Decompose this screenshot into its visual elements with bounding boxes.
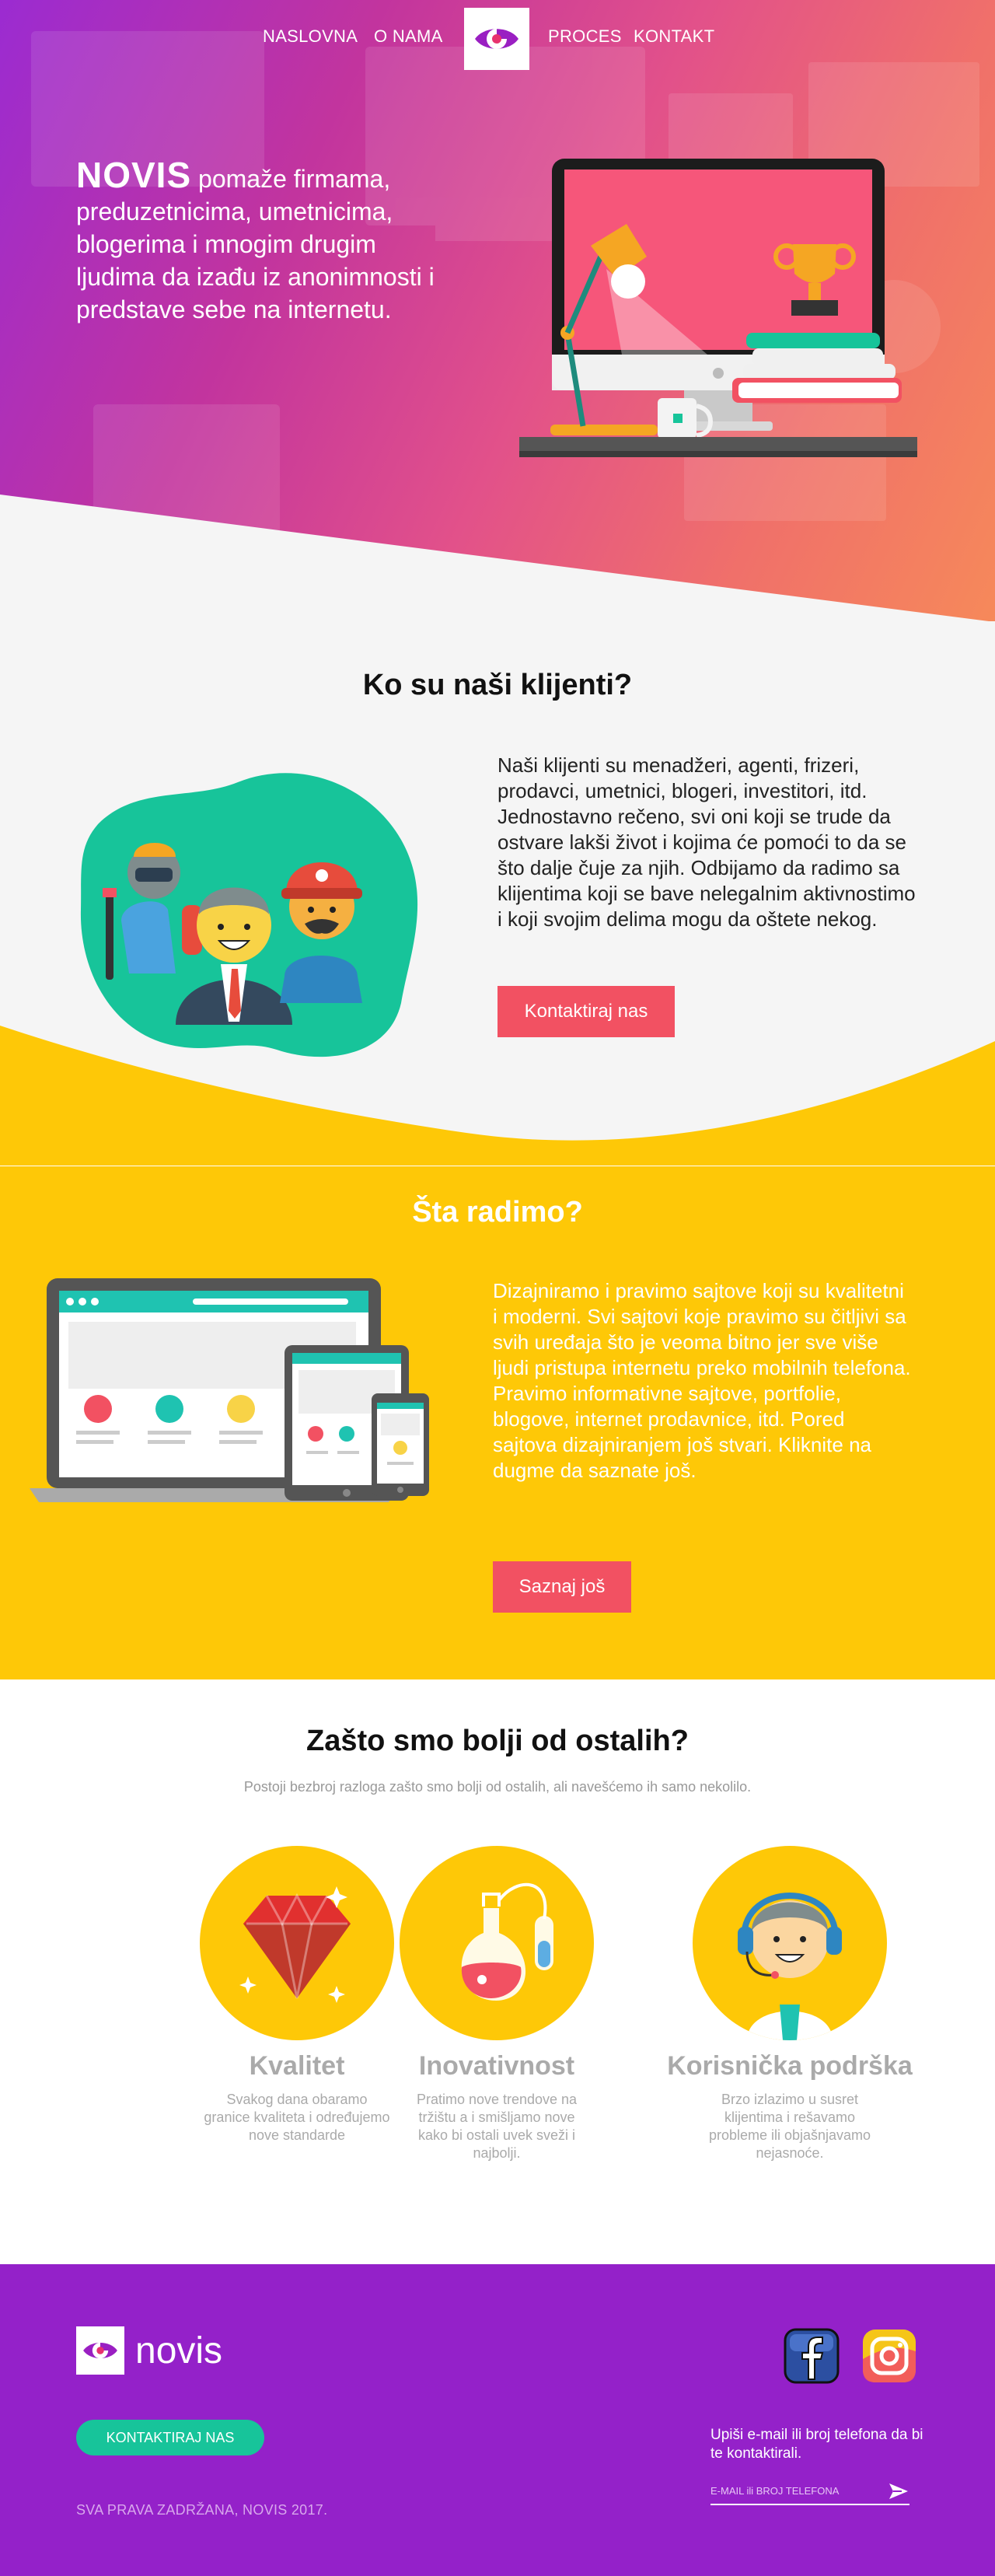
clients-illustration xyxy=(80,773,418,1057)
footer-logo-mark xyxy=(76,2326,124,2375)
why-subtitle: Postoji bezbroj razloga zašto smo bolji … xyxy=(243,1779,752,1795)
contact-input[interactable] xyxy=(710,2477,909,2505)
footer-logo[interactable]: novis xyxy=(76,2326,222,2375)
footer: novis KONTAKTIRAJ NAS SVA PRAVA ZADRŽANA… xyxy=(0,2264,995,2576)
lab-flask-icon xyxy=(461,1882,553,2001)
feature-support-title: Korisnička podrška xyxy=(667,2051,913,2081)
eye-logo-icon xyxy=(83,2342,117,2359)
send-icon[interactable] xyxy=(888,2482,909,2501)
feature-innovation-desc: Pratimo nove trendove na tržištu a i smi… xyxy=(416,2092,578,2161)
facebook-icon[interactable] xyxy=(784,2328,840,2384)
feature-support: Korisnička podrška Brzo izlazimo u susre… xyxy=(658,1846,922,2162)
why-title: Zašto smo bolji od ostalih? xyxy=(306,1725,689,1757)
footer-logo-text: novis xyxy=(135,2330,223,2372)
why-us-section: Zašto smo bolji od ostalih? Postoji bezb… xyxy=(0,1679,995,2264)
footer-contact-note: Upiši e-mail ili broj telefona da bi te … xyxy=(710,2427,923,2462)
responsive-devices-illustration xyxy=(30,1278,429,1502)
services-title: Šta radimo? xyxy=(412,1196,583,1229)
support-agent-icon xyxy=(738,1893,842,2040)
feature-innovation: Inovativnost Pratimo nove trendove na tr… xyxy=(365,1846,629,2162)
clients-section: Ko su naši klijenti? Naši klijenti su me… xyxy=(0,621,995,1166)
footer-contact-button[interactable]: KONTAKTIRAJ NAS xyxy=(76,2420,264,2455)
clients-description: Naši klijenti su menadžeri, agenti, friz… xyxy=(498,753,916,931)
feature-support-desc: Brzo izlazimo u susret klijentima i reša… xyxy=(708,2092,871,2161)
hero-diagonal-divider xyxy=(0,495,995,622)
contact-us-button[interactable]: Kontaktiraj nas xyxy=(498,986,675,1037)
feature-support-badge xyxy=(693,1846,887,2040)
instagram-icon[interactable] xyxy=(861,2328,917,2384)
learn-more-button[interactable]: Saznaj još xyxy=(493,1561,631,1613)
services-description: Dizajniramo i pravimo sajtove koji su kv… xyxy=(493,1279,911,1482)
clients-title: Ko su naši klijenti? xyxy=(362,669,633,701)
feature-innovation-badge xyxy=(400,1846,594,2040)
hero-section: NASLOVNA O NAMA PROCES KONTAKT NOVIS pom… xyxy=(0,0,995,622)
feature-quality-desc: Svakog dana obaramo granice kvaliteta i … xyxy=(204,2092,390,2143)
footer-copyright: SVA PRAVA ZADRŽANA, NOVIS 2017. xyxy=(76,2502,328,2518)
services-section: Šta radimo? Dizajniramo i pravimo sajtov… xyxy=(0,1166,995,1679)
feature-innovation-title: Inovativnost xyxy=(418,2051,575,2081)
